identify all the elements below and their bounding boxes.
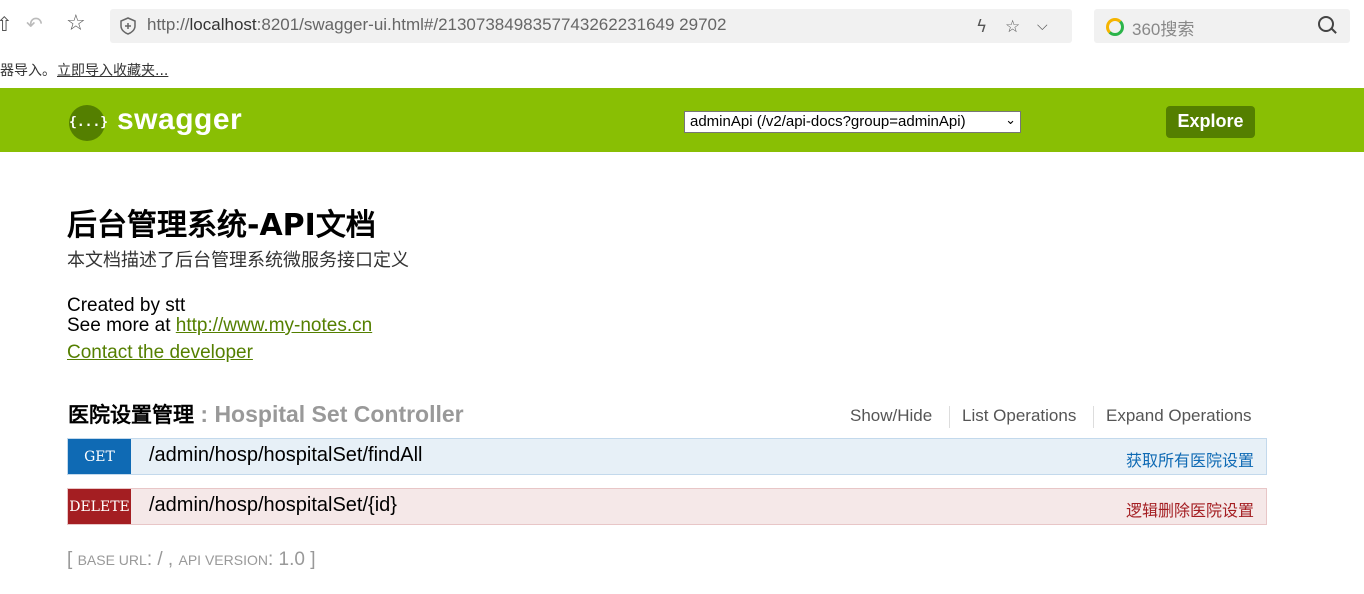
search-placeholder: 360搜索 (1132, 20, 1195, 39)
operation-path[interactable]: /admin/hosp/hospitalSet/findAll (149, 444, 423, 467)
divider (1093, 406, 1094, 428)
home-icon[interactable]: ⇧ (0, 12, 13, 36)
page-description: 本文档描述了后台管理系统微服务接口定义 (67, 250, 409, 271)
show-hide-link[interactable]: Show/Hide (850, 406, 932, 426)
http-method-badge[interactable]: DELETE (68, 489, 131, 524)
favorite-star-icon[interactable]: ☆ (1005, 17, 1020, 37)
divider (949, 406, 950, 428)
base-url-value: : / , (146, 549, 179, 570)
operation-get-findall[interactable]: GET /admin/hosp/hospitalSet/findAll 获取所有… (67, 438, 1267, 475)
contact-developer-link[interactable]: Contact the developer (67, 342, 253, 364)
operation-delete-id[interactable]: DELETE /admin/hosp/hospitalSet/{id} 逻辑删除… (67, 488, 1267, 525)
resource-title[interactable]: 医院设置管理 : Hospital Set Controller (68, 399, 464, 429)
api-group-select-value: adminApi (/v2/api-docs?group=adminApi) (690, 113, 966, 130)
bookmark-bar: 器导入。 立即导入收藏夹... (0, 52, 1364, 88)
operation-path[interactable]: /admin/hosp/hospitalSet/{id} (149, 494, 397, 517)
swagger-logo-text: swagger (117, 103, 243, 136)
url-text: http://localhost:8201/swagger-ui.html#/2… (147, 15, 727, 34)
see-more-link[interactable]: http://www.my-notes.cn (176, 315, 372, 336)
address-bar[interactable]: http://localhost:8201/swagger-ui.html#/2… (110, 9, 1072, 43)
expand-operations-link[interactable]: Expand Operations (1106, 406, 1252, 426)
import-notice: 器导入。 (0, 63, 56, 79)
api-footer: [ BASE URL: / , API VERSION: 1.0 ] (67, 549, 316, 570)
http-method-badge[interactable]: GET (68, 439, 131, 474)
shield-icon (120, 17, 136, 35)
operation-summary[interactable]: 逻辑删除医院设置 (1126, 497, 1254, 521)
api-version-label: API VERSION (178, 552, 268, 568)
star-icon[interactable]: ☆ (66, 12, 86, 36)
resource-name-en: : Hospital Set Controller (194, 401, 464, 427)
page-title: 后台管理系统-API文档 (67, 208, 376, 243)
base-url-label: BASE URL (77, 552, 147, 568)
chevron-down-icon[interactable]: ⌵ (1037, 18, 1048, 34)
import-bookmarks-link[interactable]: 立即导入收藏夹... (57, 60, 168, 80)
undo-icon[interactable]: ↶ (26, 12, 43, 36)
search-icon[interactable] (1318, 16, 1334, 32)
chevron-down-icon: ⌄ (1005, 112, 1016, 127)
see-more: See more at http://www.my-notes.cn (67, 315, 373, 336)
operation-summary[interactable]: 获取所有医院设置 (1126, 447, 1254, 471)
search-engine-logo-icon (1106, 18, 1124, 36)
list-operations-link[interactable]: List Operations (962, 406, 1076, 426)
browser-toolbar: ⇧ ↶ ☆ http://localhost:8201/swagger-ui.h… (0, 0, 1364, 52)
api-group-select[interactable]: adminApi (/v2/api-docs?group=adminApi) ⌄ (684, 111, 1021, 133)
lightning-icon[interactable]: ϟ (976, 17, 987, 37)
resource-name-cn: 医院设置管理 (68, 403, 194, 427)
explore-button[interactable]: Explore (1166, 106, 1255, 138)
created-by: Created by stt (67, 295, 186, 316)
search-box[interactable]: 360搜索 (1094, 9, 1350, 43)
swagger-header: {...} swagger adminApi (/v2/api-docs?gro… (0, 88, 1364, 152)
swagger-logo-icon: {...} (69, 105, 108, 141)
api-version-value: : 1.0 ] (267, 549, 316, 570)
